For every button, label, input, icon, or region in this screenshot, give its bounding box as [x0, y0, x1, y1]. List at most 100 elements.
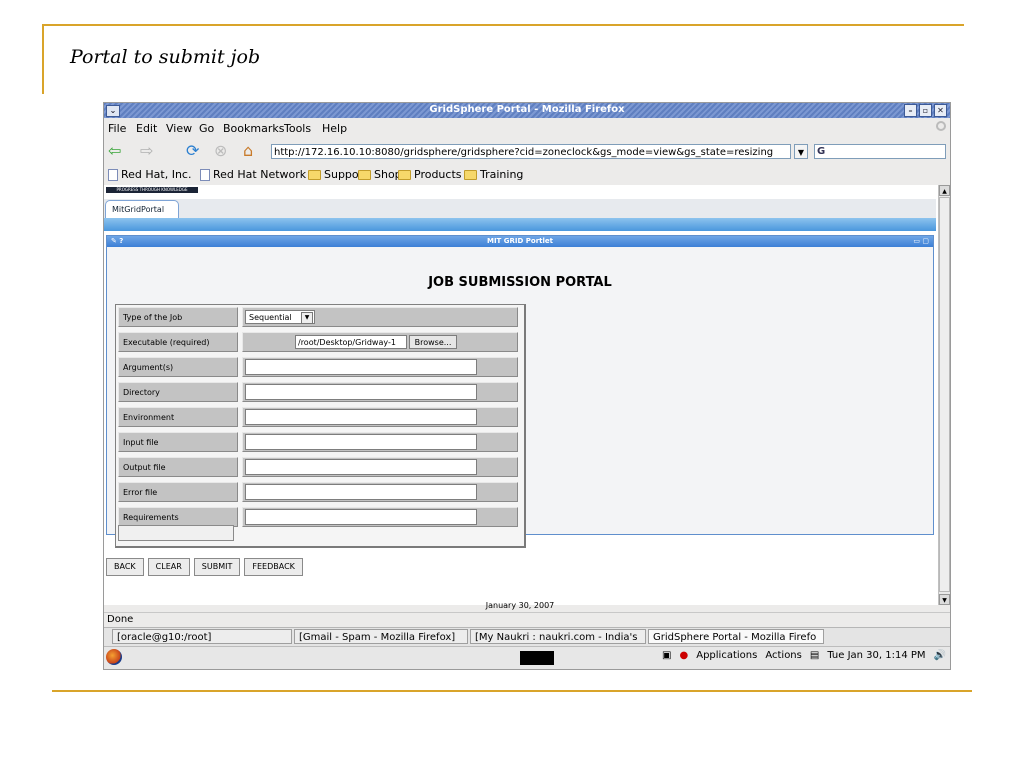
menu-file[interactable]: File — [108, 122, 126, 135]
feedback-button[interactable]: FEEDBACK — [244, 558, 303, 576]
scroll-down-icon[interactable]: ▼ — [939, 594, 950, 605]
slide-bottom-rule — [52, 690, 972, 692]
slide-title: Portal to submit job — [70, 46, 261, 68]
form-row-output-file: Output file — [118, 457, 520, 477]
directory-input[interactable] — [245, 384, 477, 400]
requirements-cell — [242, 507, 518, 527]
bookmark-label: Products — [414, 168, 462, 181]
portlet-header: ✎ ? MIT GRID Portlet ▭ ▢ — [107, 236, 933, 247]
stop-icon[interactable]: ⊗ — [214, 141, 227, 160]
clock[interactable]: Tue Jan 30, 1:14 PM — [827, 650, 925, 661]
throbber-icon — [936, 121, 946, 131]
forward-icon[interactable]: ⇨ — [140, 141, 153, 160]
arguments-cell — [242, 357, 518, 377]
requirements-label: Requirements — [118, 507, 238, 527]
bookmark-red-hat-network[interactable]: Red Hat Network — [200, 168, 306, 181]
close-icon[interactable]: ✕ — [934, 104, 947, 117]
portlet-window-icons[interactable]: ▭ ▢ — [913, 237, 929, 245]
task-naukri[interactable]: [My Naukri : naukri.com - India's — [470, 629, 646, 644]
job-type-cell: Sequential ▼ — [242, 307, 518, 327]
bookmark-training[interactable]: Training — [464, 168, 523, 181]
actions-menu[interactable]: Actions — [765, 650, 802, 661]
arguments-input[interactable] — [245, 359, 477, 375]
volume-icon[interactable]: 🔊 — [934, 650, 946, 661]
applications-menu[interactable]: Applications — [696, 650, 757, 661]
window-titlebar[interactable]: ⌄ GridSphere Portal - Mozilla Firefox – … — [104, 103, 950, 118]
back-icon[interactable]: ⇦ — [108, 141, 121, 160]
environment-cell — [242, 407, 518, 427]
job-form: Type of the Job Sequential ▼ Executable … — [115, 304, 526, 548]
job-type-select[interactable]: Sequential ▼ — [245, 310, 315, 324]
minimize-icon[interactable]: – — [904, 104, 917, 117]
firefox-icon[interactable] — [106, 649, 122, 665]
directory-label: Directory — [118, 382, 238, 402]
chevron-down-icon[interactable]: ▼ — [794, 144, 808, 159]
slide-top-rule — [42, 24, 964, 26]
form-row-error-file: Error file — [118, 482, 520, 502]
workspace-switcher[interactable] — [520, 651, 554, 665]
menu-tools[interactable]: Tools — [284, 122, 311, 135]
environment-input[interactable] — [245, 409, 477, 425]
status-text: Done — [107, 614, 134, 625]
menu-edit[interactable]: Edit — [136, 122, 157, 135]
task-label: [Gmail - Spam - Mozilla Firefox] — [299, 632, 456, 643]
search-input[interactable]: G — [814, 144, 946, 159]
requirements-input[interactable] — [245, 509, 477, 525]
submit-button[interactable]: SUBMIT — [193, 558, 241, 576]
directory-cell — [242, 382, 518, 402]
menu-view[interactable]: View — [166, 122, 192, 135]
maximize-icon[interactable]: ▫ — [919, 104, 932, 117]
output-file-input[interactable] — [245, 459, 477, 475]
executable-file-input[interactable]: /root/Desktop/Gridway-1 — [295, 335, 407, 349]
form-empty-cell — [118, 525, 234, 541]
portal-tab-row: MitGridPortal — [104, 199, 936, 219]
bookmark-products[interactable]: Products — [398, 168, 462, 181]
tab-mitgridportal[interactable]: MitGridPortal — [105, 200, 180, 219]
job-type-value: Sequential — [249, 313, 292, 322]
clear-button[interactable]: CLEAR — [147, 558, 190, 576]
form-row-input-file: Input file — [118, 432, 520, 452]
input-file-input[interactable] — [245, 434, 477, 450]
menu-help[interactable]: Help — [322, 122, 347, 135]
menu-bookmarks[interactable]: Bookmarks — [223, 122, 284, 135]
scroll-up-icon[interactable]: ▲ — [939, 185, 950, 196]
display-icon[interactable]: ▣ — [662, 650, 671, 661]
page-icon — [108, 168, 118, 181]
portlet-title: MIT GRID Portlet — [486, 237, 553, 245]
browse-button[interactable]: Browse... — [409, 335, 457, 349]
bookmarks-toolbar: Red Hat, Inc. Red Hat Network Support Sh… — [104, 166, 950, 183]
back-button[interactable]: BACK — [106, 558, 144, 576]
menubar: File Edit View Go Bookmarks Tools Help — [104, 119, 950, 136]
page-content: PROGRESS THROUGH KNOWLEDGE MitGridPortal… — [104, 185, 950, 610]
output-file-cell — [242, 457, 518, 477]
folder-icon — [308, 169, 321, 180]
home-icon[interactable]: ⌂ — [243, 141, 253, 160]
scroll-thumb[interactable] — [939, 197, 950, 592]
mit-grid-portlet: ✎ ? MIT GRID Portlet ▭ ▢ JOB SUBMISSION … — [106, 235, 934, 548]
output-file-label: Output file — [118, 457, 238, 477]
reload-icon[interactable]: ⟳ — [186, 141, 199, 160]
bookmark-red-hat-inc[interactable]: Red Hat, Inc. — [108, 168, 191, 181]
form-row-arguments: Argument(s) — [118, 357, 520, 377]
task-gridsphere[interactable]: GridSphere Portal - Mozilla Firefo — [648, 629, 824, 644]
executable-label: Executable (required) — [118, 332, 238, 352]
form-row-executable: Executable (required) /root/Desktop/Grid… — [118, 332, 520, 352]
job-type-label: Type of the Job — [118, 307, 238, 327]
error-file-input[interactable] — [245, 484, 477, 500]
executable-cell: /root/Desktop/Gridway-1 Browse... — [242, 332, 518, 352]
url-input[interactable]: http://172.16.10.10:8080/gridsphere/grid… — [271, 144, 791, 159]
portal-blue-bar — [104, 218, 936, 231]
task-gmail[interactable]: [Gmail - Spam - Mozilla Firefox] — [294, 629, 468, 644]
page-title: JOB SUBMISSION PORTAL — [428, 275, 612, 290]
vertical-scrollbar[interactable]: ▲ ▼ — [938, 185, 950, 605]
bookmark-label: Training — [480, 168, 524, 181]
form-row-requirements: Requirements — [118, 507, 520, 527]
menu-go[interactable]: Go — [199, 122, 214, 135]
bookmark-label: Red Hat Network — [213, 168, 307, 181]
error-file-label: Error file — [118, 482, 238, 502]
task-label: GridSphere Portal - Mozilla Firefo — [653, 632, 817, 643]
bookmark-label: Red Hat, Inc. — [121, 168, 192, 181]
task-label: [oracle@g10:/root] — [117, 632, 212, 643]
task-terminal[interactable]: [oracle@g10:/root] — [112, 629, 292, 644]
bookmark-shop[interactable]: Shop — [358, 168, 402, 181]
